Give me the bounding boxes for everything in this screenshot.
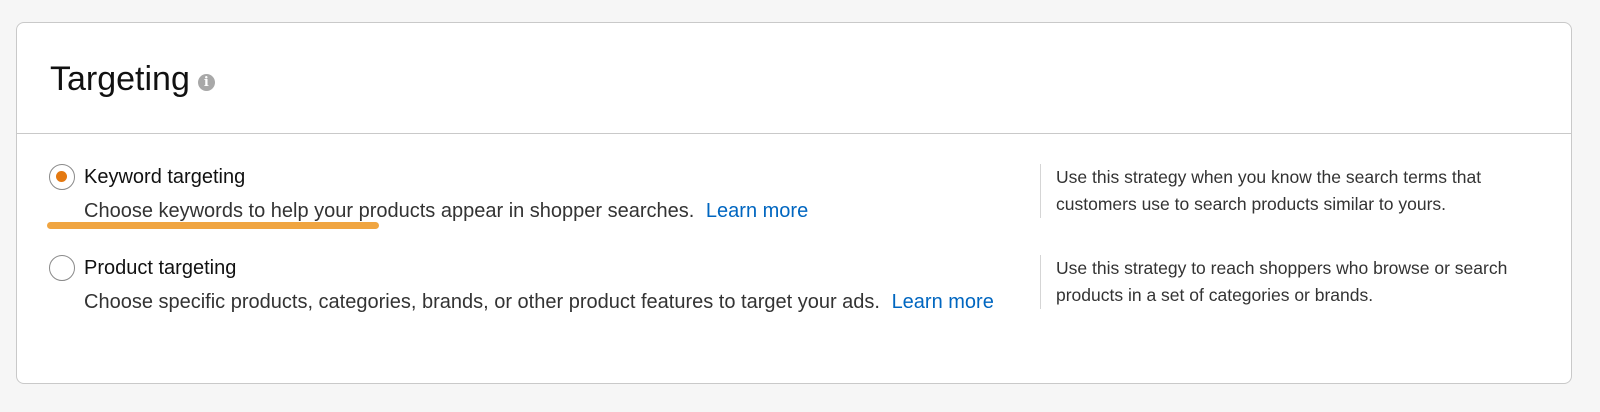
section-title-text: Targeting	[50, 60, 190, 98]
panel-header: Targeting i	[17, 23, 1571, 134]
keyword-targeting-label[interactable]: Keyword targeting	[84, 165, 245, 189]
targeting-panel: Targeting i Keyword targeting Choose key…	[16, 22, 1572, 384]
product-targeting-help: Use this strategy to reach shoppers who …	[1040, 255, 1526, 309]
product-targeting-learn-more-link[interactable]: Learn more	[892, 291, 994, 313]
product-targeting-description: Choose specific products, categories, br…	[84, 287, 1004, 317]
product-targeting-label[interactable]: Product targeting	[84, 256, 236, 280]
info-icon[interactable]: i	[197, 73, 215, 91]
keyword-targeting-radio[interactable]	[49, 164, 75, 190]
keyword-targeting-description-text: Choose keywords to help your products ap…	[84, 200, 695, 222]
keyword-targeting-help: Use this strategy when you know the sear…	[1040, 164, 1526, 218]
product-targeting-radio[interactable]	[49, 255, 75, 281]
keyword-targeting-learn-more-link[interactable]: Learn more	[706, 200, 808, 222]
option-product-targeting[interactable]: Product targeting Choose specific produc…	[49, 255, 1049, 355]
highlight-annotation	[47, 222, 379, 229]
section-title: Targeting i	[50, 58, 215, 100]
product-targeting-description-text: Choose specific products, categories, br…	[84, 291, 880, 313]
